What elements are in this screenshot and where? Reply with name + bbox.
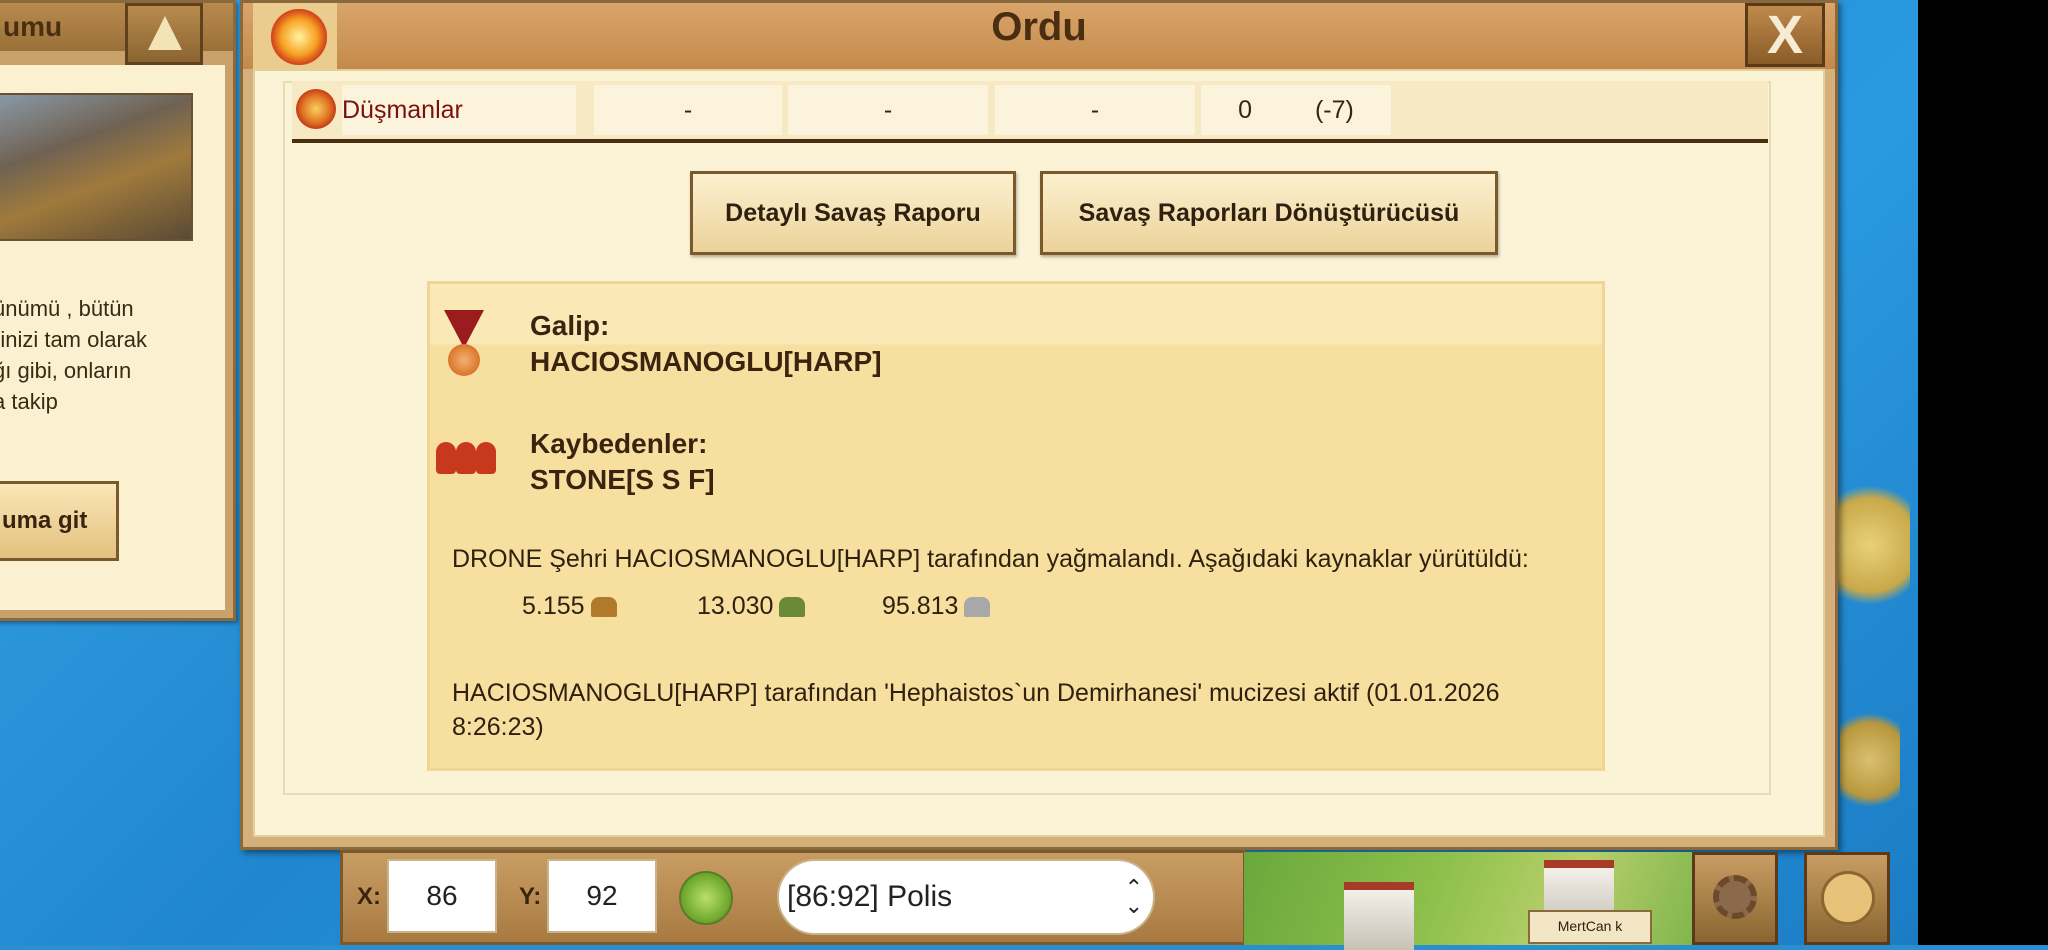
chevron-updown-icon: ⌃ ⌄: [1124, 875, 1143, 918]
gear-icon: [1713, 875, 1757, 919]
army-illustration: [0, 93, 193, 241]
city-select-value: [86:92] Polis: [787, 880, 953, 913]
defeated-units-icon: [436, 432, 502, 484]
collapse-button[interactable]: [125, 3, 203, 65]
triangle-up-icon: [148, 16, 182, 50]
enemies-label: Düşmanlar: [342, 85, 576, 135]
enemies-cell: -: [788, 85, 988, 135]
city-select[interactable]: [86:92] Polis ⌃ ⌄: [777, 859, 1155, 935]
resource-stone: 13.030: [697, 592, 806, 621]
army-report-window: Ordu X Düşmanlar - - - 0 (-7) Detaylı Sa…: [240, 0, 1838, 850]
x-coordinate-input[interactable]: 86: [387, 859, 497, 933]
enemies-cell: 0 (-7): [1201, 85, 1391, 135]
enemies-count: 0: [1238, 96, 1253, 124]
player-name-tag[interactable]: MertCan k: [1528, 910, 1652, 944]
go-to-button[interactable]: uma git: [0, 481, 119, 561]
plunder-text: DRONE Şehri HACIOSMANOGLU[HARP] tarafınd…: [452, 545, 1529, 573]
wood-amount: 5.155: [522, 592, 585, 620]
battle-result-panel: Galip: HACIOSMANOGLU[HARP] Kaybedenler: …: [427, 281, 1605, 771]
emote-button[interactable]: [1804, 852, 1890, 945]
enemies-row: Düşmanlar - - - 0 (-7): [292, 81, 1768, 143]
resource-silver: 95.813: [882, 592, 991, 621]
window-body: Düşmanlar - - - 0 (-7) Detaylı Savaş Rap…: [253, 69, 1825, 837]
winner-name: HACIOSMANOGLU[HARP]: [530, 346, 882, 377]
enemy-target-icon: [296, 89, 336, 129]
island: [1840, 700, 1900, 820]
window-titlebar: Ordu X: [243, 3, 1835, 69]
losers-heading: Kaybedenler:: [530, 428, 708, 459]
losers-name: STONE[S S F]: [530, 464, 715, 495]
report-converter-button[interactable]: Savaş Raporları Dönüştürücüsü: [1040, 171, 1498, 255]
stone-amount: 13.030: [697, 592, 774, 620]
left-panel-text: ünümü , bütün rinizi tam olarak ğı gibi,…: [0, 296, 148, 414]
medal-icon: [444, 310, 484, 380]
window-title: Ordu: [991, 5, 1087, 49]
left-panel-content: ünümü , bütün rinizi tam olarak ğı gibi,…: [0, 65, 225, 610]
city-building: [1344, 882, 1414, 950]
enemies-cell: -: [594, 85, 782, 135]
stone-icon: [779, 597, 806, 618]
island: [1830, 470, 1910, 620]
miracle-text: HACIOSMANOGLU[HARP] tarafından 'Hephaist…: [452, 679, 1500, 741]
settings-button[interactable]: [1692, 852, 1778, 945]
enemies-delta: (-7): [1314, 96, 1354, 124]
coordinate-bar: X: 86 Y: 92 [86:92] Polis ⌃ ⌄: [340, 850, 1246, 945]
smiley-icon: [1821, 871, 1875, 925]
close-button[interactable]: X: [1745, 3, 1825, 67]
winner-heading: Galip:: [530, 310, 610, 341]
jump-to-coordinate-icon[interactable]: [679, 871, 733, 925]
detailed-report-button[interactable]: Detaylı Savaş Raporu: [690, 171, 1016, 255]
wood-icon: [590, 597, 617, 618]
screen-edge: [1918, 0, 2048, 945]
y-label: Y:: [519, 883, 542, 910]
left-info-panel: umu ünümü , bütün rinizi tam olarak ğı g…: [0, 0, 236, 621]
y-coordinate-input[interactable]: 92: [547, 859, 657, 933]
x-label: X:: [357, 883, 381, 910]
resource-wood: 5.155: [522, 592, 617, 621]
silver-amount: 95.813: [882, 592, 959, 620]
silver-icon: [964, 597, 991, 618]
enemies-cell: -: [995, 85, 1195, 135]
